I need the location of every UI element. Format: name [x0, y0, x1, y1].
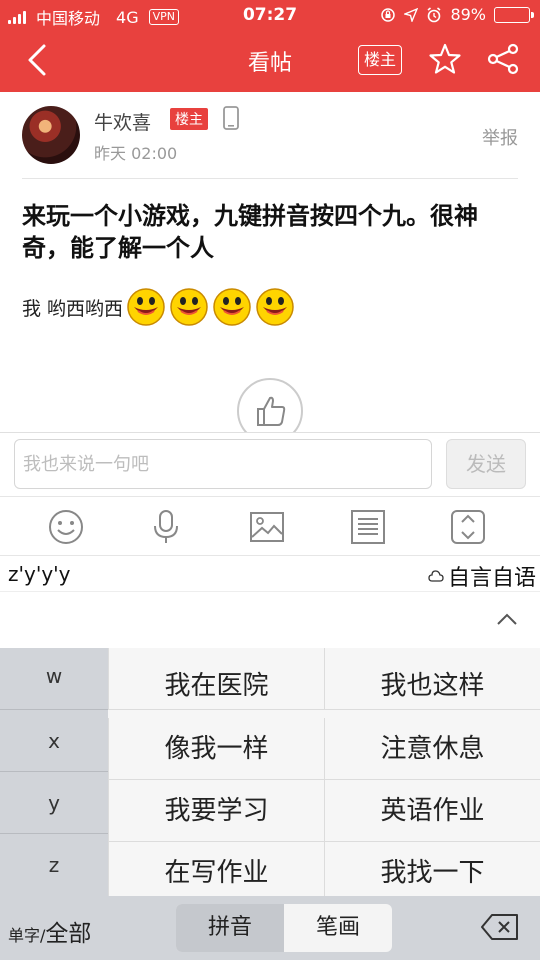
- alarm-icon: [427, 6, 441, 22]
- star-icon[interactable]: [428, 42, 462, 76]
- post-content: 牛欢喜 楼主 昨天 02:00 举报 来玩一个小游戏，九键拼音按四个九。很神奇，…: [0, 92, 540, 444]
- battery-icon: [494, 6, 534, 23]
- send-button[interactable]: 发送: [446, 439, 526, 489]
- rotation-lock-icon: [381, 7, 396, 22]
- ime-composition-bar: z'y'y'y 自言自语: [0, 556, 540, 592]
- phrase-candidate[interactable]: 我在医院: [108, 648, 324, 710]
- ime-top-candidate-text: 自言自语: [447, 566, 536, 591]
- nav-bar: 看帖 楼主: [0, 30, 540, 92]
- single-all-toggle[interactable]: 单字/全部: [8, 914, 91, 948]
- phrase-candidate[interactable]: 我找一下: [324, 842, 540, 896]
- phrase-candidate[interactable]: 像我一样: [108, 718, 324, 780]
- phrase-candidates: 我在医院 我也这样 像我一样 注意休息 我要学习 英语作业 在写作业 我找一下: [108, 648, 540, 896]
- status-bar: 中国移动 4G VPN 07:27 89%: [0, 0, 540, 30]
- grinning-emoji-icon: [256, 288, 294, 326]
- ime-top-candidate[interactable]: 自言自语: [428, 560, 536, 592]
- location-icon: [404, 7, 419, 22]
- all-label: 全部: [45, 921, 92, 947]
- op-badge: 楼主: [170, 108, 208, 130]
- image-icon[interactable]: [249, 509, 285, 545]
- microphone-icon[interactable]: [148, 509, 184, 545]
- stroke-mode-button[interactable]: 笔画: [284, 904, 392, 952]
- only-op-button[interactable]: 楼主: [358, 45, 402, 75]
- comment-input[interactable]: [14, 439, 432, 489]
- share-icon[interactable]: [486, 42, 520, 76]
- grinning-emoji-icon: [170, 288, 208, 326]
- report-link[interactable]: 举报: [482, 124, 518, 150]
- top-bar: 中国移动 4G VPN 07:27 89% 看帖 楼主: [0, 0, 540, 92]
- battery-percent: 89%: [450, 5, 486, 24]
- divider: [22, 178, 518, 179]
- list-icon[interactable]: [350, 509, 386, 545]
- phrase-candidate[interactable]: 我要学习: [108, 780, 324, 842]
- avatar[interactable]: [22, 106, 80, 164]
- ime-pinyin: z'y'y'y: [8, 562, 71, 586]
- backspace-icon[interactable]: [480, 912, 520, 942]
- post-body: 我 哟西哟西: [22, 287, 295, 327]
- pinyin-letter-column: w x y z: [0, 648, 108, 896]
- thumbs-up-icon: [257, 396, 286, 426]
- phone-icon: [223, 106, 239, 130]
- letter-key[interactable]: y: [0, 772, 108, 834]
- post-title: 来玩一个小游戏，九键拼音按四个九。很神奇，能了解一个人: [22, 202, 478, 262]
- keyboard-bottom-row: 单字/全部 拼音 笔画: [0, 896, 540, 960]
- chevron-up-icon[interactable]: [496, 612, 518, 626]
- pinyin-mode-button[interactable]: 拼音: [176, 904, 284, 952]
- phrase-candidate[interactable]: 注意休息: [324, 718, 540, 780]
- letter-key[interactable]: z: [0, 834, 108, 896]
- smiley-icon[interactable]: [48, 509, 84, 545]
- input-mode-segment: 拼音 笔画: [176, 904, 392, 952]
- author-name[interactable]: 牛欢喜: [94, 108, 151, 135]
- phrase-candidate[interactable]: 在写作业: [108, 842, 324, 896]
- grinning-emoji-icon: [213, 288, 251, 326]
- single-label: 单字/: [8, 926, 46, 945]
- cloud-icon: [428, 570, 444, 582]
- post-time: 昨天 02:00: [94, 144, 178, 163]
- post-screen: 中国移动 4G VPN 07:27 89% 看帖 楼主 牛欢喜 楼主 昨天 02…: [0, 0, 540, 960]
- post-body-text: 我 哟西哟西: [22, 297, 124, 320]
- compose-toolbar: [0, 496, 540, 556]
- phrase-candidate[interactable]: 英语作业: [324, 780, 540, 842]
- ime-candidate-bar: [0, 592, 540, 648]
- letter-key[interactable]: x: [0, 710, 108, 772]
- letter-key[interactable]: w: [0, 648, 108, 710]
- keyboard: w x y z 我在医院 我也这样 像我一样 注意休息 我要学习 英语作业 在写…: [0, 648, 540, 960]
- status-right: 89%: [380, 5, 534, 24]
- comment-bar: 发送: [0, 432, 540, 496]
- expand-icon[interactable]: [450, 509, 486, 545]
- grinning-emoji-icon: [127, 288, 165, 326]
- phrase-candidate[interactable]: 我也这样: [324, 648, 540, 710]
